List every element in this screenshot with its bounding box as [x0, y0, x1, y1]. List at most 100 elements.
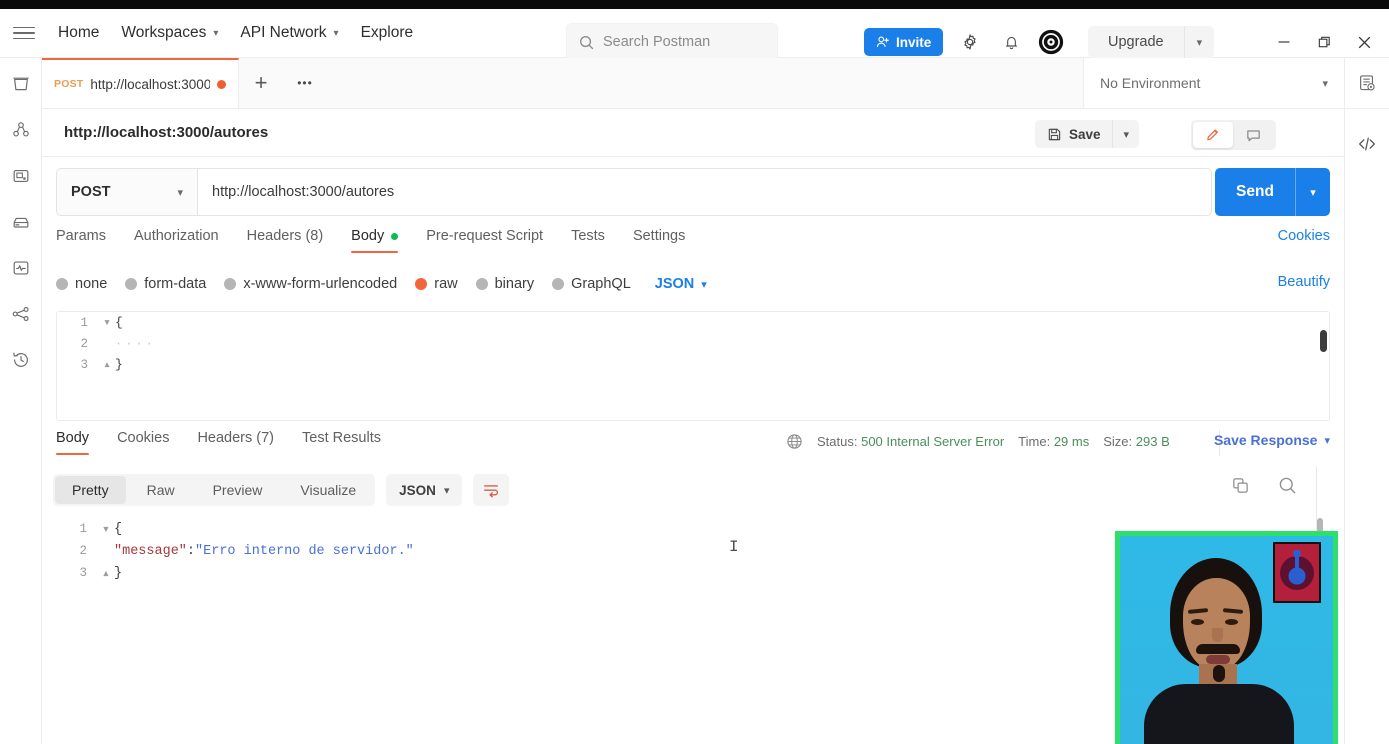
minimize-button[interactable]	[1267, 26, 1301, 58]
response-format-select[interactable]: JSON ▾	[386, 474, 463, 506]
invite-user-icon	[876, 36, 889, 47]
response-format-value: JSON	[399, 482, 436, 498]
search-response-button[interactable]	[1278, 476, 1297, 500]
chevron-down-icon[interactable]: ▾	[1185, 36, 1215, 49]
mock-servers-icon	[13, 169, 28, 183]
chevron-down-icon[interactable]: ▾	[1296, 186, 1330, 199]
body-type-form-data[interactable]: form-data	[125, 276, 206, 292]
send-button[interactable]: Send	[1215, 183, 1295, 201]
fold-marker-icon[interactable]: ▴	[99, 357, 115, 372]
tab-settings[interactable]: Settings	[633, 228, 699, 253]
body-type-none[interactable]: none	[56, 276, 107, 292]
request-editor-scrollbar[interactable]	[1320, 330, 1327, 352]
person-nose	[1212, 628, 1223, 642]
http-method-value: POST	[71, 184, 111, 200]
notifications-button[interactable]	[996, 27, 1026, 57]
send-button-group[interactable]: Send ▾	[1215, 168, 1330, 216]
fold-marker-icon[interactable]: ▾	[98, 521, 114, 538]
close-button[interactable]	[1347, 26, 1381, 58]
sidebar-item-apis[interactable]	[9, 118, 33, 142]
body-type-label: binary	[494, 276, 535, 292]
body-type-graphql[interactable]: GraphQL	[552, 276, 631, 292]
url-input[interactable]: http://localhost:3000/autores	[197, 168, 1212, 216]
body-type-options: none form-data x-www-form-urlencoded raw…	[56, 272, 1330, 296]
response-tab-headers[interactable]: Headers (7)	[197, 430, 288, 455]
chevron-down-icon[interactable]: ▾	[1113, 128, 1139, 141]
beautify-link[interactable]: Beautify	[1278, 274, 1330, 290]
sidebar-item-environments[interactable]	[9, 210, 33, 234]
collections-icon	[12, 77, 29, 91]
search-placeholder: Search Postman	[603, 34, 711, 50]
invite-button[interactable]: Invite	[864, 28, 944, 56]
body-format-select[interactable]: JSON ▾	[655, 276, 707, 292]
view-mode-raw[interactable]: Raw	[130, 476, 192, 504]
body-type-raw[interactable]: raw	[415, 276, 458, 292]
tab-tests[interactable]: Tests	[571, 228, 619, 253]
code-snippet-button[interactable]	[1355, 132, 1379, 156]
save-button[interactable]: Save	[1035, 127, 1113, 142]
new-tab-button[interactable]: +	[239, 58, 283, 108]
view-mode-preview[interactable]: Preview	[196, 476, 280, 504]
save-response-label: Save Response	[1213, 432, 1318, 448]
tab-body[interactable]: Body	[351, 228, 412, 253]
view-mode-pretty[interactable]: Pretty	[55, 476, 126, 504]
environment-quick-look-button[interactable]	[1344, 58, 1389, 109]
nav-item-home[interactable]: Home	[47, 18, 110, 48]
body-type-binary[interactable]: binary	[475, 276, 535, 292]
view-mode-visualize[interactable]: Visualize	[283, 476, 373, 504]
person-eye-right	[1225, 619, 1238, 625]
sidebar-item-mock-servers[interactable]	[9, 164, 33, 188]
line-number: 1	[79, 522, 87, 536]
maximize-button[interactable]	[1307, 26, 1341, 58]
save-request-group[interactable]: Save ▾	[1034, 120, 1139, 148]
globe-icon	[787, 434, 802, 449]
request-body-lines: 1 ▾ { 2 ···· 3 ▴ }	[57, 312, 1329, 375]
fold-marker-icon[interactable]: ▴	[98, 565, 114, 582]
copy-response-button[interactable]	[1231, 476, 1250, 500]
person-mustache	[1196, 644, 1240, 654]
close-icon	[1358, 36, 1370, 48]
nav-item-explore[interactable]: Explore	[350, 18, 425, 48]
upgrade-button[interactable]: Upgrade ▾	[1088, 26, 1215, 58]
response-tab-test-results[interactable]: Test Results	[302, 430, 395, 455]
code-text: }	[114, 565, 123, 581]
status-text: Status: 500 Internal Server Error	[817, 434, 1004, 449]
tab-pre-request-script[interactable]: Pre-request Script	[426, 228, 557, 253]
sidebar-item-collections[interactable]	[9, 72, 33, 96]
request-tab[interactable]: POST http://localhost:3000/	[42, 58, 239, 108]
settings-button[interactable]	[955, 27, 985, 57]
http-method-select[interactable]: POST ▾	[56, 168, 197, 216]
text-cursor-icon: I	[729, 538, 739, 556]
request-body-editor[interactable]: 1 ▾ { 2 ···· 3 ▴ }	[56, 311, 1330, 421]
save-response-button[interactable]: Save Response ▾	[1214, 432, 1330, 448]
edit-mode-button[interactable]	[1193, 122, 1233, 148]
user-avatar[interactable]	[1036, 27, 1066, 57]
word-wrap-button[interactable]	[473, 474, 510, 506]
tab-label: Tests	[571, 228, 605, 244]
window-controls	[1267, 26, 1381, 58]
response-tab-cookies[interactable]: Cookies	[117, 430, 183, 455]
tab-headers[interactable]: Headers (8)	[247, 228, 338, 253]
cookies-link[interactable]: Cookies	[1278, 228, 1330, 244]
sidebar-item-history[interactable]	[9, 348, 33, 372]
size-label: Size:	[1103, 434, 1133, 449]
response-tab-body[interactable]: Body	[56, 430, 103, 455]
hamburger-menu-icon[interactable]	[13, 22, 35, 44]
tab-authorization[interactable]: Authorization	[134, 228, 233, 253]
nav-item-workspaces[interactable]: Workspaces ▾	[110, 18, 229, 48]
environment-selector[interactable]: No Environment ▾	[1083, 58, 1344, 109]
sidebar-item-monitors[interactable]	[9, 256, 33, 280]
copy-icon	[1233, 478, 1248, 493]
tab-options-button[interactable]: •••	[283, 58, 327, 108]
upgrade-label: Upgrade	[1108, 34, 1164, 50]
chevron-down-icon: ▾	[443, 484, 450, 497]
body-type-urlencoded[interactable]: x-www-form-urlencoded	[224, 276, 397, 292]
nav-item-api-network[interactable]: API Network ▾	[229, 18, 349, 48]
comment-button[interactable]	[1233, 122, 1273, 148]
flows-icon	[12, 306, 29, 322]
search-input[interactable]: Search Postman	[566, 23, 778, 61]
fold-marker-icon[interactable]: ▾	[99, 315, 115, 330]
save-label: Save	[1068, 126, 1101, 142]
sidebar-item-flows[interactable]	[9, 302, 33, 326]
tab-params[interactable]: Params	[56, 228, 120, 253]
